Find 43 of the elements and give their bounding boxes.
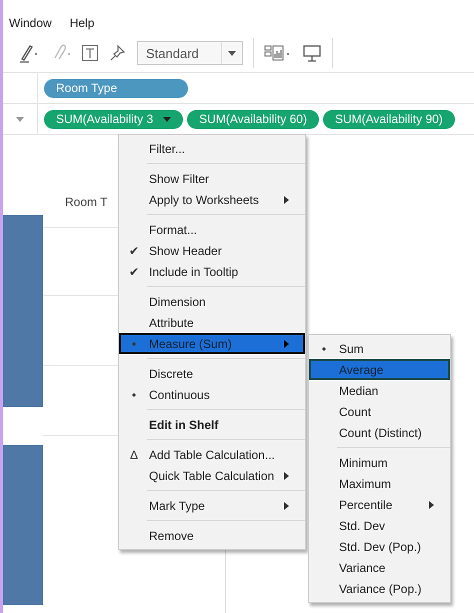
submenu-arrow-icon (429, 501, 434, 509)
submenu-arrow-icon (284, 502, 289, 510)
menu-item[interactable]: Count (309, 401, 450, 422)
submenu-arrow-icon (284, 472, 289, 480)
menu-item[interactable]: Dimension (119, 291, 305, 312)
menu-item[interactable]: Percentile (309, 494, 450, 515)
submenu-arrow-icon (284, 340, 289, 348)
menu-item[interactable]: Variance (Pop.) (309, 578, 450, 599)
menu-item[interactable]: • Continuous (119, 384, 305, 405)
menu-item[interactable]: Apply to Worksheets (119, 189, 305, 210)
menu-item[interactable]: ✔ Include in Tooltip (119, 261, 305, 282)
menu-item[interactable]: Edit in Shelf (119, 414, 305, 435)
menu-item[interactable]: Filter... (119, 138, 305, 159)
menu-item[interactable]: Δ Add Table Calculation... (119, 444, 305, 465)
menu-item[interactable]: Help (70, 16, 94, 30)
menu-item[interactable]: Attribute (119, 312, 305, 333)
menu-item[interactable]: Count (Distinct) (309, 422, 450, 443)
caret-icon (228, 50, 236, 56)
pen-icon[interactable] (17, 42, 39, 64)
pin-icon[interactable] (109, 44, 127, 62)
menu-item[interactable]: Variance (309, 557, 450, 578)
menu-item[interactable]: Median (309, 380, 450, 401)
menu-item[interactable]: Std. Dev (Pop.) (309, 536, 450, 557)
view-size-dropdown[interactable]: Standard (137, 41, 243, 65)
menu-item[interactable]: Show Filter (119, 168, 305, 189)
caret-icon[interactable] (163, 116, 172, 122)
menu-item[interactable]: Std. Dev (309, 515, 450, 536)
menu-item[interactable]: Maximum (309, 473, 450, 494)
menu-item[interactable]: Quick Table Calculation (119, 465, 305, 486)
column-header: Room T (65, 195, 108, 209)
menu-item[interactable]: Format... (119, 219, 305, 240)
submenu-arrow-icon (284, 196, 289, 204)
chart-icon[interactable] (264, 44, 292, 62)
menu-item[interactable]: Remove (119, 525, 305, 546)
menu-item[interactable]: Minimum (309, 452, 450, 473)
menu-item[interactable]: ✔ Show Header (119, 240, 305, 261)
caret-icon[interactable] (16, 116, 24, 122)
menu-item[interactable]: Discrete (119, 363, 305, 384)
menu-item[interactable]: Window (9, 16, 52, 30)
menu-item[interactable]: Mark Type (119, 495, 305, 516)
text-icon[interactable] (81, 44, 99, 62)
menu-item[interactable]: • Sum (309, 338, 450, 359)
presentation-icon[interactable] (302, 43, 322, 63)
